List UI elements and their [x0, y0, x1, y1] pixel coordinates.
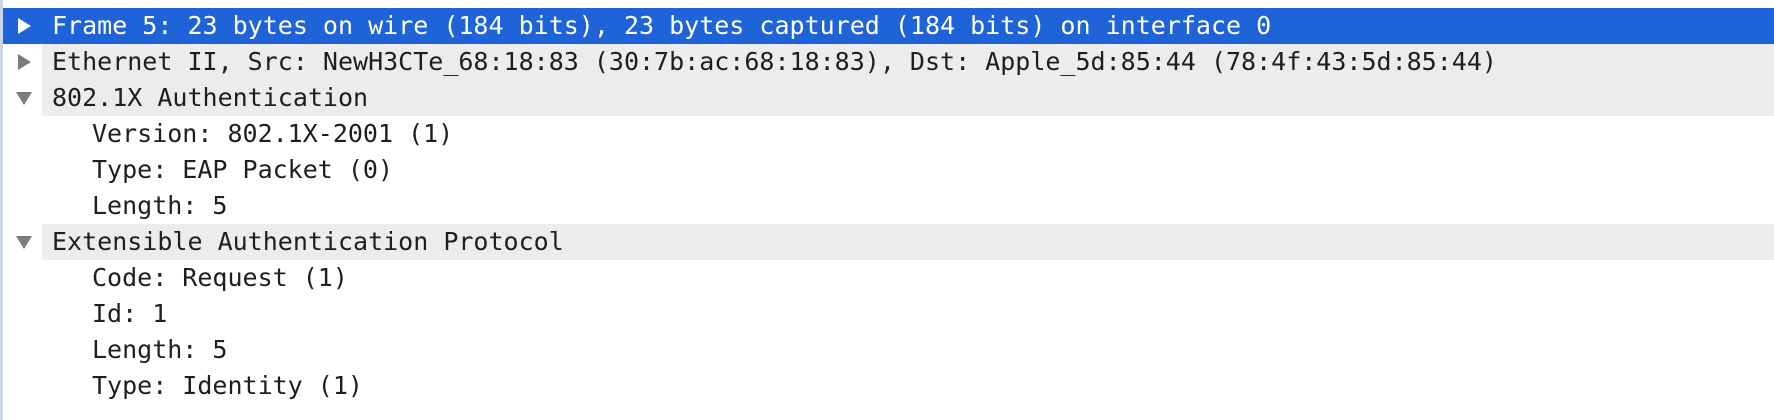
field-label: Length: 5: [92, 191, 228, 220]
tree-row-8021x[interactable]: 802.1X Authentication: [0, 80, 1774, 116]
tree-field-row[interactable]: Id: 1: [0, 296, 1774, 332]
expand-triangle-icon[interactable]: [14, 8, 34, 44]
tree-row-ethernet[interactable]: Ethernet II, Src: NewH3CTe_68:18:83 (30:…: [0, 44, 1774, 80]
tree-row-eap[interactable]: Extensible Authentication Protocol: [0, 224, 1774, 260]
packet-details-tree[interactable]: Frame 5: 23 bytes on wire (184 bits), 23…: [0, 8, 1774, 404]
tree-field-row[interactable]: Length: 5: [0, 332, 1774, 368]
collapse-triangle-icon[interactable]: [14, 224, 34, 260]
pane-left-border: [0, 0, 3, 420]
tree-field-row[interactable]: Length: 5: [0, 188, 1774, 224]
tree-field-row[interactable]: Type: Identity (1): [0, 368, 1774, 404]
field-label: Type: EAP Packet (0): [92, 155, 394, 184]
field-label: Type: Identity (1): [92, 371, 363, 400]
field-label: Id: 1: [92, 299, 168, 328]
field-label: Version: 802.1X-2001 (1): [92, 119, 454, 148]
tree-field-row[interactable]: Version: 802.1X-2001 (1): [0, 116, 1774, 152]
collapse-triangle-icon[interactable]: [14, 80, 34, 116]
field-label: Code: Request (1): [92, 263, 348, 292]
tree-field-row[interactable]: Type: EAP Packet (0): [0, 152, 1774, 188]
tree-row-label: Ethernet II, Src: NewH3CTe_68:18:83 (30:…: [52, 47, 1497, 76]
tree-row-label: Frame 5: 23 bytes on wire (184 bits), 23…: [52, 11, 1272, 40]
tree-row-label: 802.1X Authentication: [52, 83, 369, 112]
expand-triangle-icon[interactable]: [14, 44, 34, 80]
tree-row-frame[interactable]: Frame 5: 23 bytes on wire (184 bits), 23…: [0, 8, 1774, 44]
field-label: Length: 5: [92, 335, 228, 364]
tree-field-row[interactable]: Code: Request (1): [0, 260, 1774, 296]
tree-row-label: Extensible Authentication Protocol: [52, 227, 564, 256]
